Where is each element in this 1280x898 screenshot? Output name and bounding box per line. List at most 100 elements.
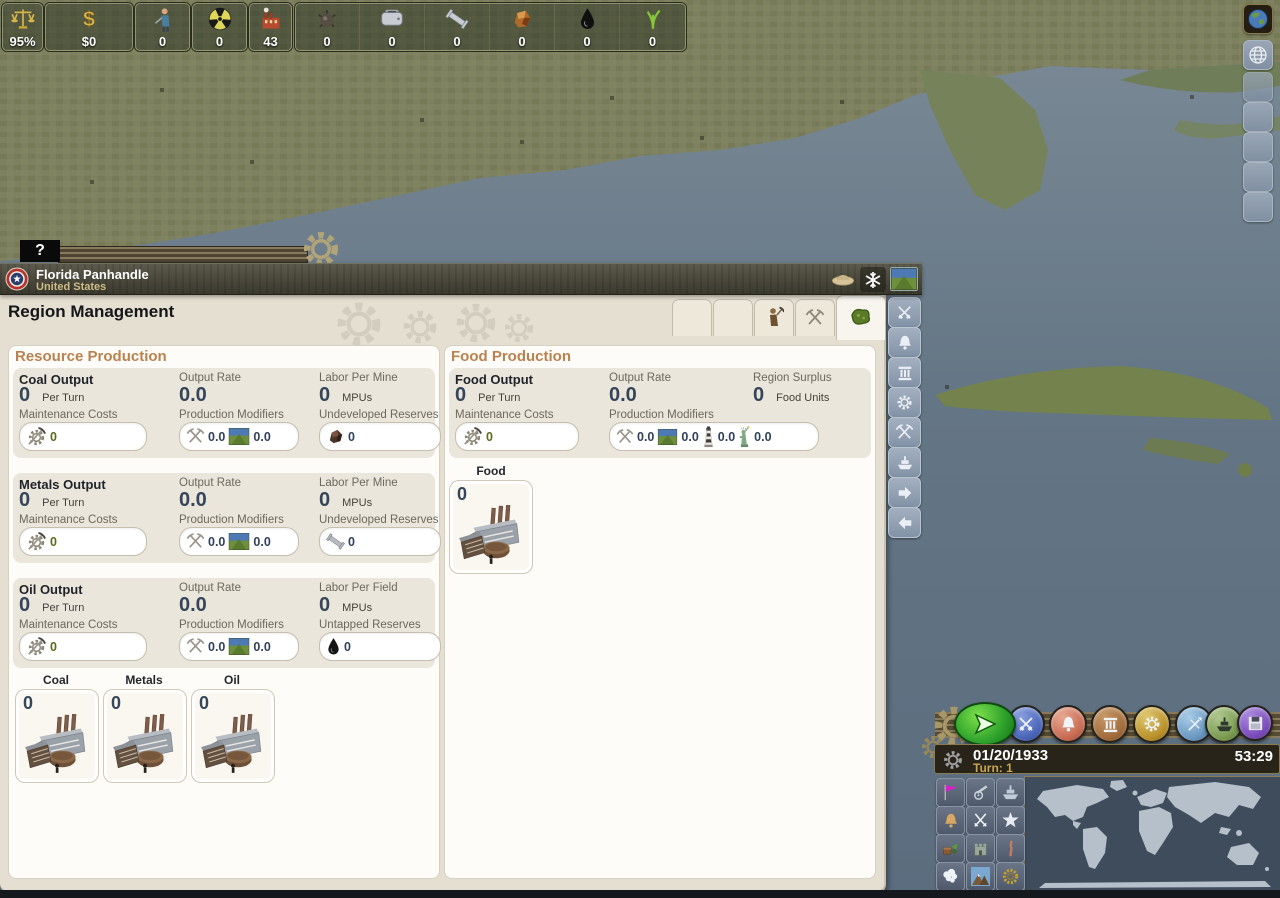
resource-production-column: Resource Production Coal Output 0Per Tur… [8,345,440,879]
coal-building-slot[interactable]: 0 [15,689,99,783]
collapsed-toolbar[interactable] [58,246,308,263]
stockpile-oil[interactable]: 0 [555,3,620,51]
metals-reserves-value: 0 [348,535,355,549]
stat-uranium[interactable]: 0 [192,3,247,51]
save-button[interactable] [1237,705,1273,741]
stat-industry[interactable]: 43 [249,3,292,51]
crossed-swords-icon [1016,714,1036,734]
overlay-cities-button[interactable] [966,834,995,863]
tab-1[interactable] [672,299,712,336]
stat-approval[interactable]: 95% [2,3,43,51]
overlay-weather-button[interactable] [936,862,965,891]
oil-building-slot[interactable]: 0 [191,689,275,783]
metals-modifiers-field[interactable]: 0.0 0.0 [179,527,299,556]
stat-money[interactable]: $0 [45,3,133,51]
metals-building-slot[interactable]: 0 [103,689,187,783]
oil-modifiers-field[interactable]: 0.0 0.0 [179,632,299,661]
metals-reserves-field[interactable]: 0 [319,527,441,556]
map-tool-button-3[interactable] [1243,132,1273,162]
manpower-value: 0 [159,35,166,48]
oil-labor-value: 0 [319,595,330,615]
coal-modifiers-field[interactable]: 0.0 0.0 [179,422,299,451]
crossed-pickaxes-icon [186,427,205,446]
crossed-pickaxes-icon [895,423,914,442]
overlay-units-button[interactable] [996,806,1025,835]
factory-building-icon [111,714,177,774]
minimap[interactable] [1024,776,1280,892]
stockpile-ore[interactable]: 0 [490,3,555,51]
wreath-icon [1001,867,1020,886]
map-tool-button-5[interactable] [1243,192,1273,222]
oil-maintenance-field[interactable]: 0 [19,632,147,661]
side-prev-button[interactable] [888,507,921,538]
crossed-sabers-icon [971,811,990,830]
overlay-resources-button[interactable] [936,834,965,863]
metals-maintenance-field[interactable]: 0 [19,527,147,556]
tab-resources[interactable] [795,299,835,336]
overlay-battles-button[interactable] [966,806,995,835]
weather-button[interactable] [860,267,886,292]
overlay-artillery-button[interactable] [966,778,995,807]
metals-block: Metals Output 0Per Turn Maintenance Cost… [13,473,435,563]
overlay-navy-button[interactable] [996,778,1025,807]
terrain-icon [228,533,250,550]
stockpile-armaments[interactable]: 0 [295,3,360,51]
overlay-torch-button[interactable] [936,806,965,835]
tab-2[interactable] [713,299,753,336]
food-maintenance-field[interactable]: 0 [455,422,579,451]
map-tool-button-2[interactable] [1243,102,1273,132]
tab-region-active[interactable] [836,295,886,340]
side-military-button[interactable] [888,297,921,328]
maintenance-label: Maintenance Costs [455,409,553,421]
play-icon [972,712,998,736]
pillar-icon [1101,715,1120,734]
map-tool-button-4[interactable] [1243,162,1273,192]
overlay-flags-button[interactable] [936,778,965,807]
mpus-label: MPUs [342,602,372,614]
coal-reserves-field[interactable]: 0 [319,422,441,451]
money-value: $0 [82,35,96,48]
naval-mine-icon [315,7,339,31]
food-mod-lighthouse-value: 0.0 [718,430,735,444]
grid-view-button[interactable] [1243,40,1273,70]
help-button[interactable]: ? [20,240,60,262]
end-turn-button[interactable] [954,702,1016,746]
side-trade-button[interactable] [888,447,921,478]
globe-view-button[interactable] [1243,4,1273,34]
factory-icon [259,7,283,31]
side-resources-button[interactable] [888,417,921,448]
side-next-button[interactable] [888,477,921,508]
coal-maintenance-field[interactable]: 0 [19,422,147,451]
overlay-unrest-button[interactable] [996,834,1025,863]
map-tool-button-1[interactable] [1243,72,1273,102]
overlay-victory-button[interactable] [996,862,1025,891]
production-button[interactable] [1133,705,1171,743]
goods-value: 0 [388,35,395,48]
per-turn-label: Per Turn [42,392,84,404]
region-view-button[interactable] [890,267,918,291]
side-production-button[interactable] [888,387,921,418]
factory-building-icon [457,505,523,565]
lighthouse-icon [702,426,715,448]
ship-icon [1215,715,1234,734]
metals-building-count: 0 [111,693,121,714]
gear-pickaxe-icon [26,426,47,447]
region-country: United States [36,281,106,293]
overlay-terrain-button[interactable] [966,862,995,891]
mpus-label: MPUs [342,497,372,509]
stockpile-food[interactable]: 0 [620,3,685,51]
government-button[interactable] [1091,705,1129,743]
tab-mining-worker[interactable] [754,299,794,336]
oil-building-label: Oil [191,673,273,687]
side-politics-button[interactable] [888,327,921,358]
stockpile-goods[interactable]: 0 [360,3,425,51]
region-header: Florida Panhandle United States [0,263,922,295]
oil-reserves-field[interactable]: 0 [319,632,441,661]
side-government-button[interactable] [888,357,921,388]
stat-manpower[interactable]: 0 [135,3,190,51]
diplomacy-button[interactable] [1049,705,1087,743]
food-building-slot[interactable]: 0 [449,480,533,574]
terrain-type-button[interactable] [830,267,856,287]
modifiers-label: Production Modifiers [179,619,284,631]
stockpile-steel[interactable]: 0 [425,3,490,51]
